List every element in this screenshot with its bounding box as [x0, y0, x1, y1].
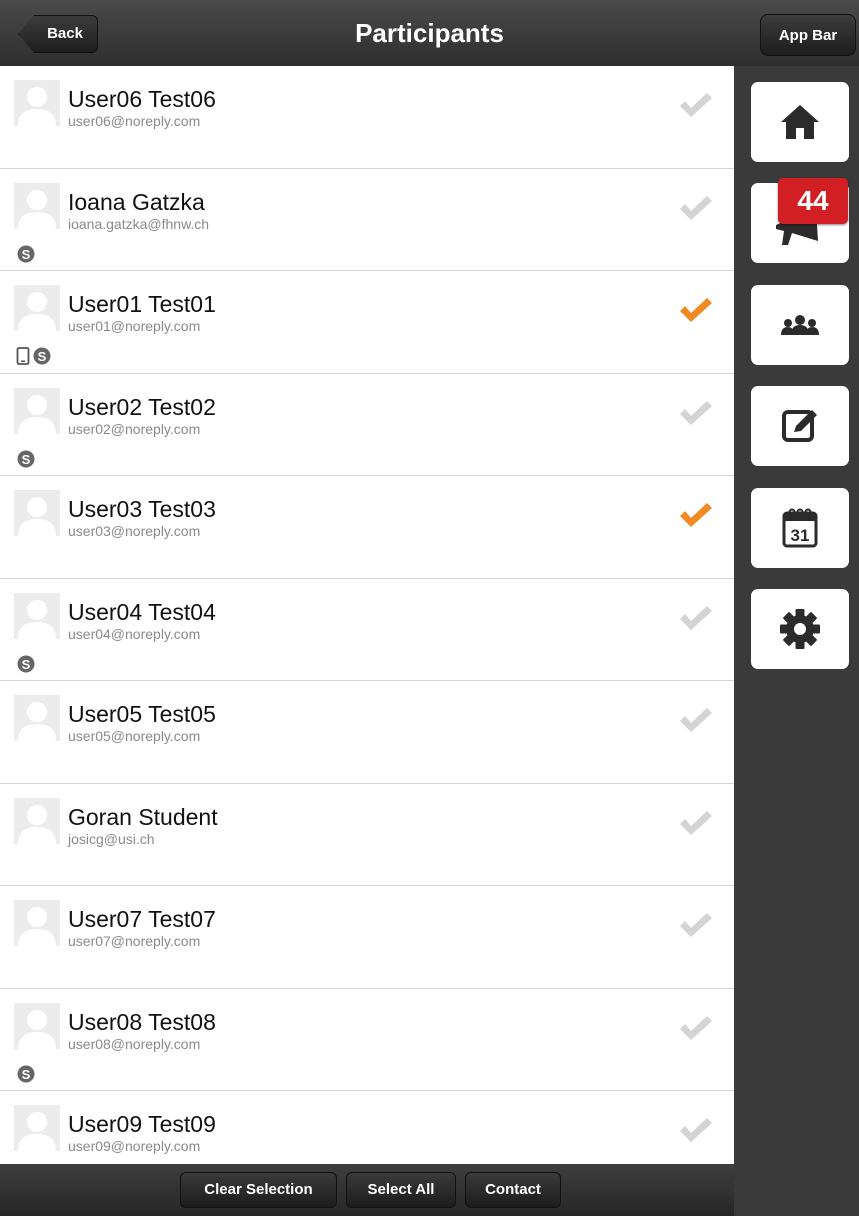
sidebar-item-home[interactable] — [751, 82, 849, 162]
svg-text:S: S — [22, 1067, 31, 1082]
svg-text:S: S — [22, 452, 31, 467]
sidebar-item-calendar[interactable]: 31 — [751, 488, 849, 568]
svg-text:S: S — [38, 349, 47, 364]
participant-row[interactable]: User02 Test02 user02@noreply.com S — [0, 374, 734, 476]
participant-name: User05 Test05 — [68, 701, 216, 727]
selection-check-icon[interactable] — [677, 1013, 715, 1043]
selection-check-icon[interactable] — [677, 705, 715, 735]
participant-email: user02@noreply.com — [68, 420, 201, 437]
avatar — [14, 182, 60, 229]
participant-row[interactable]: User07 Test07 user07@noreply.com — [0, 886, 734, 989]
contact-methods: S — [16, 654, 36, 674]
calendar-icon: 31 — [782, 508, 818, 548]
avatar — [14, 387, 60, 434]
app-sidebar: 44 31 — [734, 66, 859, 1216]
selection-check-icon[interactable] — [677, 603, 715, 633]
participant-row[interactable]: User08 Test08 user08@noreply.com S — [0, 989, 734, 1091]
avatar — [14, 592, 60, 639]
selection-check-icon[interactable] — [677, 910, 715, 940]
participant-name: User04 Test04 — [68, 598, 216, 625]
participant-name: User03 Test03 — [68, 496, 216, 522]
participant-email: user04@noreply.com — [68, 625, 201, 642]
selection-check-icon[interactable] — [677, 1115, 715, 1145]
skype-icon[interactable]: S — [32, 346, 52, 366]
back-button[interactable]: Back — [18, 15, 98, 53]
footer-toolbar: Clear Selection Select All Contact — [0, 1164, 734, 1216]
participant-row[interactable]: User04 Test04 user04@noreply.com S — [0, 579, 734, 681]
participant-row[interactable]: User09 Test09 user09@noreply.com — [0, 1091, 734, 1164]
selection-check-icon[interactable] — [677, 808, 715, 838]
contact-methods: S — [16, 1064, 36, 1084]
group-icon — [781, 315, 819, 335]
avatar — [14, 695, 60, 741]
skype-icon[interactable]: S — [16, 449, 36, 469]
avatar — [14, 490, 60, 536]
participant-name: User08 Test08 — [68, 1008, 216, 1035]
participant-list: User06 Test06 user06@noreply.com Ioana Gat… — [0, 66, 734, 1164]
participant-name: Goran Student — [68, 803, 218, 830]
svg-text:S: S — [22, 247, 31, 262]
skype-icon[interactable]: S — [16, 244, 36, 264]
notification-badge: 44 — [778, 178, 848, 224]
avatar — [14, 1002, 60, 1049]
participant-email: user06@noreply.com — [68, 113, 201, 129]
participant-email: user05@noreply.com — [68, 728, 201, 744]
app-bar-button[interactable]: App Bar — [760, 14, 856, 56]
clear-selection-button[interactable]: Clear Selection — [180, 1172, 337, 1208]
contact-button[interactable]: Contact — [465, 1172, 561, 1208]
selection-check-icon[interactable] — [677, 500, 715, 530]
avatar — [14, 80, 60, 126]
participant-name: User09 Test09 — [68, 1111, 216, 1137]
participant-email: user03@noreply.com — [68, 523, 201, 539]
selection-check-icon[interactable] — [677, 398, 715, 428]
gear-icon — [780, 609, 820, 649]
participant-name: User07 Test07 — [68, 906, 216, 932]
home-icon — [781, 105, 819, 139]
contact-methods: S — [16, 449, 36, 469]
edit-icon — [782, 410, 817, 442]
header-bar: Back Participants App Bar — [0, 0, 859, 67]
participant-email: user08@noreply.com — [68, 1035, 201, 1052]
selection-check-icon[interactable] — [677, 295, 715, 325]
participant-row[interactable]: User05 Test05 user05@noreply.com — [0, 681, 734, 784]
participant-name: User02 Test02 — [68, 393, 216, 420]
participant-email: josicg@usi.ch — [68, 830, 155, 847]
calendar-day: 31 — [791, 526, 810, 545]
svg-text:S: S — [22, 657, 31, 672]
participant-row[interactable]: Goran Student josicg@usi.ch — [0, 784, 734, 886]
selection-check-icon[interactable] — [677, 193, 715, 223]
skype-icon[interactable]: S — [16, 654, 36, 674]
participant-row[interactable]: User03 Test03 user03@noreply.com — [0, 476, 734, 579]
avatar — [14, 285, 60, 331]
participant-row[interactable]: User06 Test06 user06@noreply.com — [0, 66, 734, 169]
participant-name: User01 Test01 — [68, 291, 216, 317]
sidebar-item-participants[interactable] — [751, 285, 849, 365]
participant-email: user01@noreply.com — [68, 318, 201, 334]
avatar — [14, 900, 60, 946]
select-all-button[interactable]: Select All — [346, 1172, 456, 1208]
sidebar-item-settings[interactable] — [751, 589, 849, 669]
participant-name: User06 Test06 — [68, 86, 216, 112]
participant-email: ioana.gatzka@fhnw.ch — [68, 215, 210, 232]
avatar — [14, 1105, 60, 1151]
participant-email: user09@noreply.com — [68, 1138, 201, 1154]
sidebar-item-notes[interactable] — [751, 386, 849, 466]
mobile-icon[interactable] — [16, 346, 30, 366]
participant-email: user07@noreply.com — [68, 933, 201, 949]
selection-check-icon[interactable] — [677, 90, 715, 120]
page-title: Participants — [355, 18, 504, 48]
participant-name: Ioana Gatzka — [68, 188, 205, 215]
contact-methods: S — [16, 346, 52, 366]
participant-row[interactable]: User01 Test01 user01@noreply.com S — [0, 271, 734, 374]
skype-icon[interactable]: S — [16, 1064, 36, 1084]
avatar — [14, 797, 60, 844]
participant-row[interactable]: Ioana Gatzka ioana.gatzka@fhnw.ch S — [0, 169, 734, 271]
contact-methods: S — [16, 244, 36, 264]
